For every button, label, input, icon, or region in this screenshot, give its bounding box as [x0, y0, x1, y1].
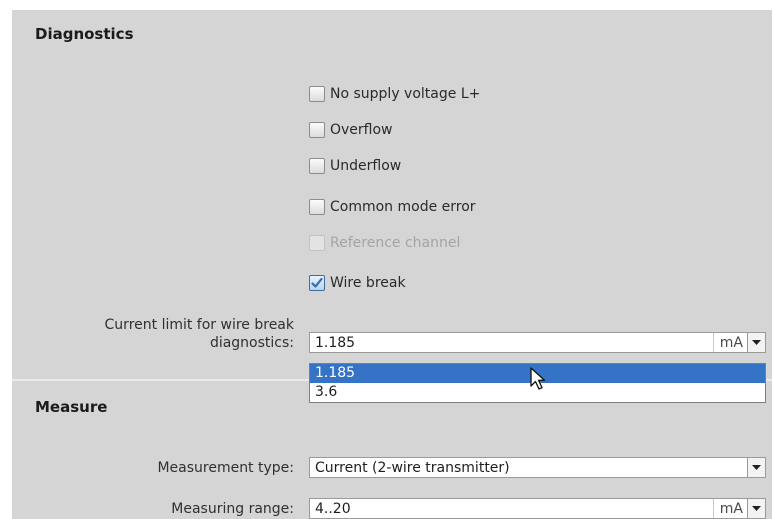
checkbox-box[interactable] [309, 86, 325, 102]
diagnostics-section-title: Diagnostics [35, 25, 134, 43]
measurement-type-label: Measurement type: [157, 460, 294, 476]
checkmark-icon [311, 277, 323, 288]
checkbox-common-mode-error[interactable]: Common mode error [309, 196, 476, 218]
current-limit-label-line2: diagnostics: [209, 335, 294, 351]
current-limit-unit: mA [712, 333, 747, 352]
chevron-down-icon[interactable] [747, 458, 765, 477]
checkbox-box [309, 235, 325, 251]
checkbox-label: Underflow [330, 158, 402, 174]
checkbox-box[interactable] [309, 275, 325, 291]
checkbox-label: No supply voltage L+ [330, 86, 481, 102]
checkbox-reference-channel: Reference channel [309, 232, 460, 254]
measuring-range-value: 4..20 [315, 500, 351, 517]
checkbox-box[interactable] [309, 199, 325, 215]
current-limit-select[interactable]: 1.185 mA [309, 332, 766, 353]
current-limit-label-line1: Current limit for wire break [104, 317, 294, 333]
checkbox-label: Reference channel [330, 235, 461, 251]
checkbox-underflow[interactable]: Underflow [309, 155, 401, 177]
checkbox-wire-break[interactable]: Wire break [309, 272, 406, 294]
checkbox-box[interactable] [309, 122, 325, 138]
checkbox-label: Common mode error [330, 199, 476, 215]
current-limit-label: Current limit for wire break diagnostics… [52, 316, 294, 352]
chevron-down-icon[interactable] [747, 499, 765, 518]
checkbox-overflow[interactable]: Overflow [309, 119, 393, 141]
measuring-range-label: Measuring range: [171, 501, 294, 517]
measurement-type-select[interactable]: Current (2-wire transmitter) [309, 457, 766, 478]
checkbox-box[interactable] [309, 158, 325, 174]
measuring-range-select[interactable]: 4..20 mA [309, 498, 766, 519]
checkbox-no-supply-voltage[interactable]: No supply voltage L+ [309, 83, 480, 105]
checkbox-label: Overflow [330, 122, 393, 138]
measuring-range-unit: mA [712, 499, 747, 518]
measurement-type-value: Current (2-wire transmitter) [315, 459, 510, 476]
current-limit-value: 1.185 [315, 334, 356, 351]
chevron-down-icon[interactable] [747, 333, 765, 352]
checkbox-label: Wire break [330, 275, 406, 291]
properties-panel: Diagnostics No supply voltage L+ Overflo… [12, 10, 772, 519]
measure-section-title: Measure [35, 398, 108, 416]
mouse-cursor-icon [530, 367, 546, 390]
